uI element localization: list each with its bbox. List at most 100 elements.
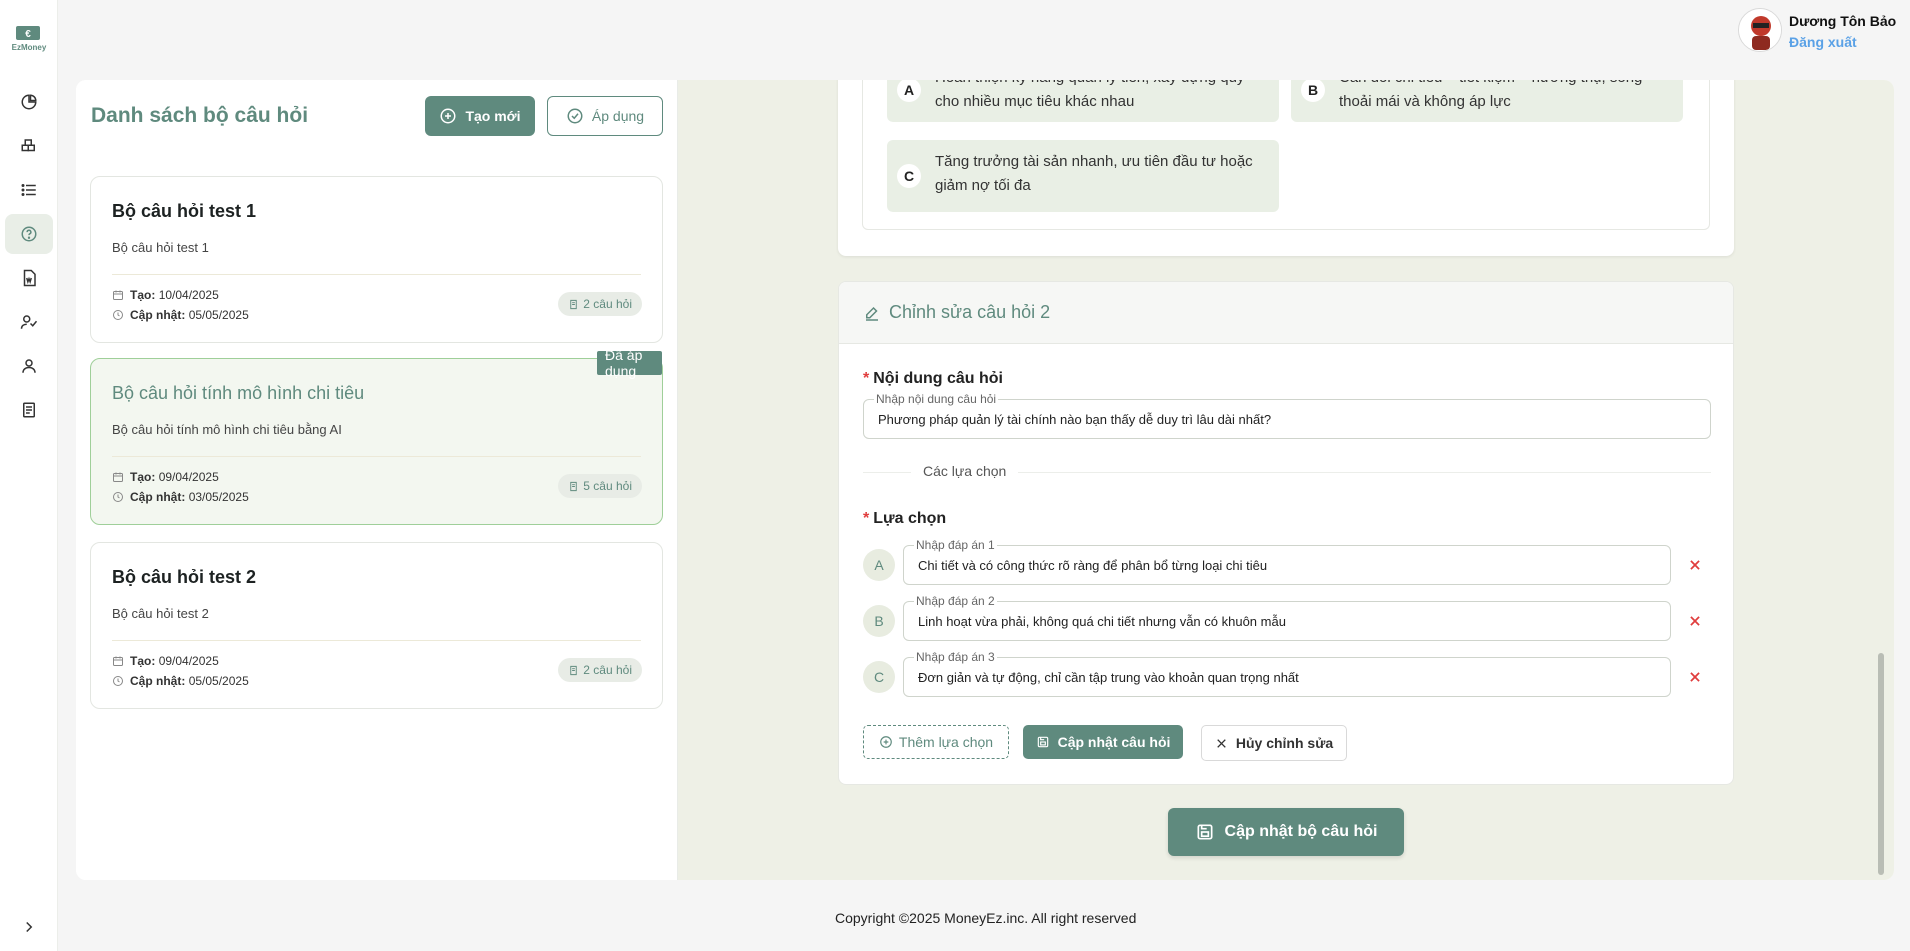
sidebar-item-reports[interactable] (5, 390, 53, 430)
sidebar-item-users[interactable] (5, 346, 53, 386)
logout-link[interactable]: Đăng xuất (1789, 34, 1857, 50)
sidebar-item-groups[interactable] (5, 302, 53, 342)
page-title: Danh sách bộ câu hỏi (91, 104, 309, 127)
created-date: Tạo: 09/04/2025 (112, 654, 219, 668)
choice-input[interactable]: Nhập đáp án 2 Linh hoạt vừa phải, không … (903, 594, 1671, 641)
options-box: A Hoàn thiện kỹ năng quản lý tiền, xây d… (862, 80, 1710, 230)
question-card: A Hoàn thiện kỹ năng quản lý tiền, xây d… (838, 80, 1734, 256)
pie-chart-icon (21, 94, 37, 110)
file-icon (570, 299, 578, 309)
updated-date: Cập nhật: 05/05/2025 (112, 674, 249, 688)
user-icon (22, 359, 36, 373)
plus-circle-icon (440, 108, 456, 124)
question-set-list-panel: Danh sách bộ câu hỏi Tạo mới Áp dụng Bộ … (76, 80, 678, 880)
sidebar-item-dashboard[interactable] (5, 82, 53, 122)
sidebar-item-questions[interactable] (5, 214, 53, 254)
close-icon (1690, 560, 1700, 570)
choices-label: * Lựa chọn (863, 510, 947, 527)
sidebar-item-documents[interactable] (5, 258, 53, 298)
sidebar: € EzMoney (0, 0, 58, 951)
card-divider (112, 456, 641, 457)
option-item: C Tăng trưởng tài sản nhanh, ưu tiên đầu… (887, 140, 1279, 212)
card-title: Bộ câu hỏi tính mô hình chi tiêu (112, 383, 365, 403)
option-letter: A (897, 80, 921, 102)
content-label: * Nội dung câu hỏi (863, 370, 1003, 387)
logo-text: EzMoney (12, 43, 47, 52)
close-icon (1690, 616, 1700, 626)
user-name: Dương Tôn Bảo (1789, 13, 1897, 29)
updated-date: Cập nhật: 05/05/2025 (112, 308, 249, 322)
remove-choice-button[interactable] (1683, 609, 1707, 633)
option-text: Cân đối chi tiêu – tiết kiệm – hưởng thụ… (1339, 80, 1642, 110)
edit-question-title: Chỉnh sửa câu hỏi 2 (889, 302, 1051, 322)
apply-button[interactable]: Áp dụng (547, 96, 663, 136)
edit-question-card: Chỉnh sửa câu hỏi 2 * Nội dung câu hỏi Nh… (838, 281, 1734, 785)
clock-icon (113, 676, 123, 686)
card-divider (112, 274, 641, 275)
choice-letter: B (863, 605, 895, 637)
expand-sidebar-icon[interactable] (20, 918, 38, 936)
sidebar-item-list[interactable] (5, 170, 53, 210)
close-icon (1690, 672, 1700, 682)
avatar[interactable] (1738, 8, 1782, 52)
question-count-badge: 2 câu hỏi (558, 292, 642, 316)
remove-choice-button[interactable] (1683, 665, 1707, 689)
plus-circle-icon (880, 736, 892, 748)
choice-input[interactable]: Nhập đáp án 3 Đơn giản và tự động, chỉ c… (903, 650, 1671, 697)
file-icon (570, 481, 578, 491)
question-editor-panel: A Hoàn thiện kỹ năng quản lý tiền, xây d… (678, 80, 1894, 880)
svg-text:€: € (25, 29, 31, 40)
cancel-edit-button[interactable]: Hủy chỉnh sửa (1201, 725, 1347, 761)
clock-icon (113, 310, 123, 320)
calendar-icon (113, 472, 123, 482)
save-icon (1197, 824, 1213, 840)
choice-letter: A (863, 549, 895, 581)
card-description: Bộ câu hỏi tính mô hình chi tiêu bằng AI (112, 422, 342, 437)
scrollbar[interactable] (1878, 653, 1884, 875)
created-date: Tạo: 09/04/2025 (112, 470, 219, 484)
option-letter: B (1301, 80, 1325, 102)
option-item: A Hoàn thiện kỹ năng quản lý tiền, xây d… (887, 80, 1279, 122)
brand-logo[interactable]: € EzMoney (8, 24, 50, 52)
question-count-badge: 2 câu hỏi (558, 658, 642, 682)
save-icon (1037, 736, 1048, 748)
clock-icon (113, 492, 123, 502)
file-icon (570, 665, 578, 675)
create-new-label: Tạo mới (465, 108, 521, 124)
list-icon (21, 184, 36, 196)
updated-date: Cập nhật: 03/05/2025 (112, 490, 249, 504)
choice-input[interactable]: Nhập đáp án 1 Chi tiết và có công thức r… (903, 538, 1671, 585)
card-title: Bộ câu hỏi test 1 (112, 201, 257, 221)
choices-divider-text: Các lựa chọn (911, 463, 1019, 479)
blocks-icon (21, 139, 35, 152)
card-description: Bộ câu hỏi test 1 (112, 240, 209, 255)
create-new-button[interactable]: Tạo mới (425, 96, 535, 136)
edit-icon (866, 306, 878, 321)
sidebar-item-categories[interactable] (5, 126, 53, 166)
update-question-button[interactable]: Cập nhật câu hỏi (1023, 725, 1183, 759)
option-letter: C (897, 164, 921, 188)
apply-label: Áp dụng (591, 108, 645, 124)
card-description: Bộ câu hỏi test 2 (112, 606, 209, 621)
question-set-card-active[interactable]: Đã áp dụng Bộ câu hỏi tính mô hình chi t… (90, 347, 663, 525)
created-date: Tạo: 10/04/2025 (112, 288, 219, 302)
input-floating-label: Nhập đáp án 2 (914, 594, 997, 608)
question-set-card[interactable]: Bộ câu hỏi test 2 Bộ câu hỏi test 2 Tạo:… (90, 542, 663, 709)
option-text: Tăng trưởng tài sản nhanh, ưu tiên đầu t… (935, 153, 1253, 194)
check-circle-icon (567, 108, 583, 124)
edit-question-header: Chỉnh sửa câu hỏi 2 (839, 282, 1733, 344)
update-question-set-button[interactable]: Cập nhật bộ câu hỏi (1168, 808, 1404, 856)
calendar-icon (113, 290, 123, 300)
option-item: B Cân đối chi tiêu – tiết kiệm – hưởng t… (1291, 80, 1683, 122)
input-floating-label: Nhập đáp án 3 (914, 650, 997, 664)
copyright-text: Copyright ©2025 MoneyEz.inc. All right r… (835, 910, 1137, 926)
add-choice-button[interactable]: Thêm lựa chọn (863, 725, 1009, 759)
input-floating-label: Nhập đáp án 1 (914, 538, 997, 552)
remove-choice-button[interactable] (1683, 553, 1707, 577)
close-icon (1217, 738, 1226, 748)
question-icon (21, 226, 37, 242)
question-set-card[interactable]: Bộ câu hỏi test 1 Bộ câu hỏi test 1 Tạo:… (90, 176, 663, 343)
input-value: Linh hoạt vừa phải, không quá chi tiết n… (918, 614, 1286, 629)
question-content-input[interactable]: Nhập nội dung câu hỏi Phương pháp quản l… (863, 392, 1711, 439)
book-icon (23, 402, 35, 418)
